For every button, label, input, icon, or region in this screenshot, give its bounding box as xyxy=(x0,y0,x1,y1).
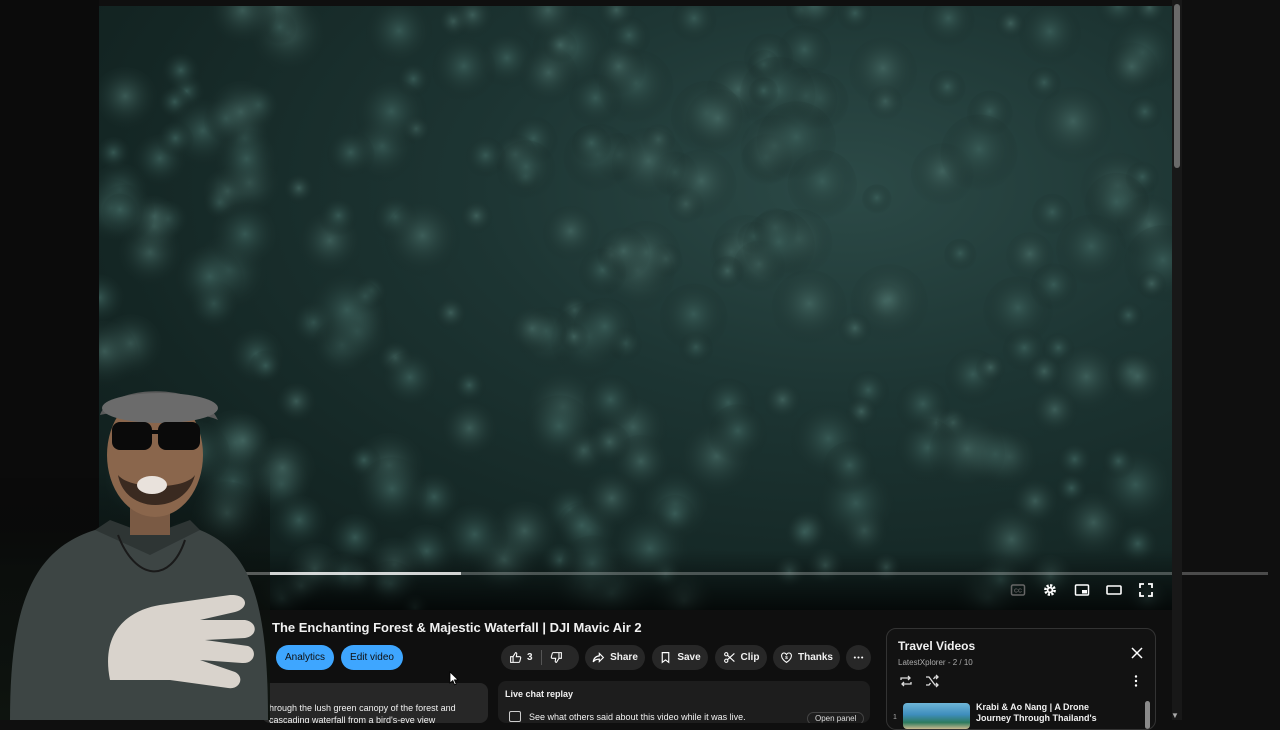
edit-video-button[interactable]: Edit video xyxy=(341,645,403,670)
playlist-item[interactable]: 1 Krabi & Ao Nang | A Drone Journey Thro… xyxy=(887,699,1155,729)
description-line-1: hrough the lush green canopy of the fore… xyxy=(269,703,456,713)
save-label: Save xyxy=(677,652,701,663)
thanks-button[interactable]: $ Thanks xyxy=(773,645,840,670)
svg-text:CC: CC xyxy=(1014,589,1022,595)
scroll-down-arrow-icon[interactable]: ▼ xyxy=(1171,711,1179,720)
live-chat-replay-panel: Live chat replay See what others said ab… xyxy=(498,681,870,723)
theater-mode-button[interactable] xyxy=(1103,582,1125,598)
thumbs-down-icon xyxy=(550,652,562,663)
playlist-owner[interactable]: LatestXplorer xyxy=(898,658,946,667)
super-thanks-icon: $ xyxy=(781,652,792,663)
playlist-item-title[interactable]: Krabi & Ao Nang | A Drone Journey Throug… xyxy=(976,702,1126,724)
thumbs-up-icon xyxy=(510,652,522,663)
playlist-item-thumbnail[interactable] xyxy=(903,703,970,729)
miniplayer-icon xyxy=(1074,584,1090,596)
page-scrollbar[interactable] xyxy=(1172,0,1182,720)
close-icon[interactable] xyxy=(1129,645,1145,661)
webcam-presenter-overlay xyxy=(0,391,270,720)
playlist-meta: LatestXplorer - 2 / 10 xyxy=(898,658,973,667)
description-line-2: cascading waterfall from a bird's-eye vi… xyxy=(269,715,436,723)
description-box[interactable]: hrough the lush green canopy of the fore… xyxy=(262,683,488,723)
scrollbar-thumb[interactable] xyxy=(1174,4,1180,168)
analytics-button[interactable]: Analytics xyxy=(276,645,334,670)
fullscreen-button[interactable] xyxy=(1135,582,1157,598)
share-label: Share xyxy=(610,652,638,663)
playlist-panel: Travel Videos LatestXplorer - 2 / 10 1 K… xyxy=(886,628,1156,730)
shuffle-icon[interactable] xyxy=(924,673,940,689)
svg-text:$: $ xyxy=(785,655,788,661)
like-count: 3 xyxy=(527,652,533,663)
theater-mode-icon xyxy=(1106,585,1122,595)
thanks-label: Thanks xyxy=(797,652,833,663)
playlist-position: 2 / 10 xyxy=(952,658,973,667)
live-chat-title: Live chat replay xyxy=(505,689,574,699)
dislike-button[interactable] xyxy=(550,651,563,664)
like-button[interactable]: 3 xyxy=(509,651,533,664)
settings-gear-icon xyxy=(1044,584,1056,596)
more-vertical-icon[interactable] xyxy=(1128,673,1144,689)
share-arrow-icon xyxy=(592,652,605,663)
scissors-icon xyxy=(723,652,735,663)
save-button[interactable]: Save xyxy=(652,645,708,670)
miniplayer-button[interactable] xyxy=(1071,582,1093,598)
like-divider xyxy=(540,650,542,665)
open-panel-button[interactable]: Open panel xyxy=(807,712,865,723)
progress-bar[interactable] xyxy=(163,572,1268,575)
chat-bubble-icon xyxy=(509,711,521,722)
settings-button[interactable] xyxy=(1039,582,1061,598)
playlist-separator: - xyxy=(945,658,953,667)
playlist-title[interactable]: Travel Videos xyxy=(898,639,975,653)
clip-label: Clip xyxy=(740,652,760,663)
share-button[interactable]: Share xyxy=(585,645,645,670)
fullscreen-icon xyxy=(1139,583,1153,597)
captions-icon: CC xyxy=(1010,584,1026,596)
more-actions-button[interactable] xyxy=(846,645,871,670)
analytics-label: Analytics xyxy=(284,652,325,663)
captions-button[interactable]: CC xyxy=(1007,582,1029,598)
live-chat-description: See what others said about this video wh… xyxy=(529,712,746,722)
loop-icon[interactable] xyxy=(898,673,914,689)
like-dislike-group: 3 xyxy=(501,645,579,670)
clip-button[interactable]: Clip xyxy=(715,645,767,670)
bookmark-icon xyxy=(661,652,670,664)
playlist-scrollbar[interactable] xyxy=(1145,701,1150,729)
more-horizontal-icon xyxy=(853,656,864,659)
edit-video-label: Edit video xyxy=(350,652,394,663)
video-title: The Enchanting Forest & Majestic Waterfa… xyxy=(272,620,642,635)
mouse-cursor-icon xyxy=(449,671,459,686)
